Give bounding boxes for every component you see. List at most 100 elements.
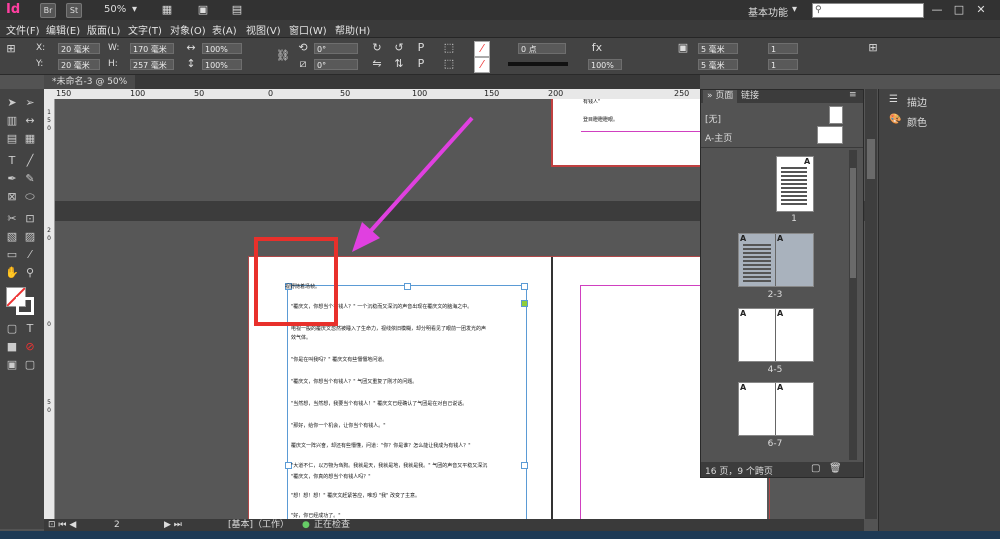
columns-field[interactable]: 1 [768,43,798,54]
eyedropper-tool-icon[interactable]: ⁄ [22,247,38,263]
scale-y-field[interactable]: 100% [202,59,242,70]
apply-none-icon[interactable]: ⊘ [22,339,38,355]
vertical-ruler[interactable]: 1 5 0 2 0 0 5 0 [44,99,55,519]
page-nav-icon[interactable]: ⊡ ⏮ ◀ [48,519,76,531]
maximize-button[interactable]: □ [950,2,968,17]
preview-view-icon[interactable]: ▢ [22,357,38,373]
pen-tool-icon[interactable]: ✒ [4,171,20,187]
menu-edit[interactable]: 编辑(E) [46,22,80,37]
style-status[interactable]: [基本]（工作） [228,519,289,531]
document-tab[interactable]: *未命名-3 @ 50% [44,75,136,89]
color-panel-button[interactable]: 颜色 [907,114,927,129]
type-tool-icon[interactable]: T [4,153,20,169]
pages-scrollbar[interactable] [849,150,857,460]
search-input[interactable]: ⚲ [812,3,924,18]
stroke-none-icon[interactable]: ⁄ [474,57,490,73]
scrollbar-thumb[interactable] [850,168,856,278]
menu-type[interactable]: 文字(T) [128,22,162,37]
frame-handle[interactable] [521,283,528,290]
formatting-container-icon[interactable]: ▢ [4,321,20,337]
menu-view[interactable]: 视图(V) [246,22,281,37]
zoom-tool-icon[interactable]: ⚲ [22,265,38,281]
text-wrap-icon[interactable]: ▣ [676,41,690,55]
close-button[interactable]: ✕ [972,2,990,17]
rotate-ccw-icon[interactable]: ↺ [392,41,406,55]
page-1[interactable]: 有钱人" 登目瞪瞪瞪眼。 [551,99,715,167]
flip-vertical-icon[interactable]: ⇅ [392,57,406,71]
page-nav-next-icon[interactable]: ▶ ⏭ [164,519,182,531]
page-thumb-2-3[interactable]: A A [738,233,814,287]
stroke-panel-button[interactable]: 描边 [907,94,927,109]
scissors-tool-icon[interactable]: ✂ [4,211,20,227]
menu-help[interactable]: 帮助(H) [335,22,370,37]
effects-icon[interactable]: fx [590,41,604,55]
scrollbar-thumb[interactable] [867,139,875,179]
page-thumb-4-5[interactable]: A A [738,308,814,362]
minimize-button[interactable]: — [928,2,946,17]
stroke-swatch[interactable] [16,297,34,315]
bridge-button[interactable]: Br [40,3,56,18]
zoom-level[interactable]: 50% [104,4,126,15]
workspace-dropdown-icon[interactable]: ▾ [792,4,797,15]
zoom-dropdown-icon[interactable]: ▾ [132,4,137,15]
delete-page-icon[interactable]: 🗑 [829,463,842,474]
flip-horizontal-icon[interactable]: ⇋ [370,57,384,71]
stock-button[interactable]: St [66,3,82,18]
new-page-icon[interactable]: ▢ [811,463,820,474]
gradient-swatch-tool-icon[interactable]: ▧ [4,229,20,245]
height-field[interactable]: 257 毫米 [130,59,174,70]
select-content-icon[interactable]: ⬚ [442,57,456,71]
master-none-thumb[interactable] [829,106,843,124]
hand-tool-icon[interactable]: ✋ [4,265,20,281]
master-a[interactable]: A-主页 [705,131,732,144]
view-options-icon[interactable]: ▦ [160,3,174,17]
gap-tool-icon[interactable]: ↔ [22,113,38,129]
formatting-text-icon[interactable]: T [22,321,38,337]
menu-table[interactable]: 表(A) [212,22,237,37]
rotation-angle-field[interactable]: 0° [314,43,358,54]
tab-links[interactable]: 链接 [737,90,763,103]
constrain-proportions-icon[interactable]: ⛓ [276,49,290,63]
spacing-field[interactable]: 1 [768,59,798,70]
rotate-cw-icon[interactable]: ↻ [370,41,384,55]
selection-tool-icon[interactable]: ➤ [4,95,20,111]
scale-x-field[interactable]: 100% [202,43,242,54]
panel-menu-icon[interactable]: ≡ [849,90,857,100]
reference-point-icon[interactable]: ⊞ [4,42,18,56]
frame-fitting-icon[interactable]: ⊞ [866,41,880,55]
paragraph-icon[interactable]: P [414,41,428,55]
y-position-field[interactable]: 20 毫米 [58,59,100,70]
fill-none-icon[interactable]: ⁄ [474,41,490,57]
arrange-documents-icon[interactable]: ▤ [230,3,244,17]
x-position-field[interactable]: 20 毫米 [58,43,100,54]
normal-view-icon[interactable]: ▣ [4,357,20,373]
out-port[interactable] [521,300,528,307]
line-tool-icon[interactable]: ╱ [22,153,38,169]
rectangle-frame-tool-icon[interactable]: ⊠ [4,189,20,205]
workspace-switcher[interactable]: 基本功能 [748,4,788,19]
tab-pages[interactable]: » 页面 [703,90,738,103]
preflight-status[interactable]: 正在检查 [314,519,350,531]
content-collector-icon[interactable]: ▤ [4,131,20,147]
frame-handle[interactable] [521,462,528,469]
gutter-bottom-field[interactable]: 5 毫米 [698,59,738,70]
menu-layout[interactable]: 版面(L) [87,22,120,37]
menu-object[interactable]: 对象(O) [170,22,206,37]
gutter-top-field[interactable]: 5 毫米 [698,43,738,54]
menu-window[interactable]: 窗口(W) [289,22,327,37]
ellipse-tool-icon[interactable]: ⬭ [22,189,38,205]
stroke-type-swatch[interactable] [508,62,568,66]
opacity-field[interactable]: 100% [588,59,622,70]
page-thumb-1[interactable]: A [776,156,814,212]
content-placer-icon[interactable]: ▦ [22,131,38,147]
gradient-feather-tool-icon[interactable]: ▨ [22,229,38,245]
menu-file[interactable]: 文件(F) [6,22,40,37]
free-transform-tool-icon[interactable]: ⊡ [22,211,38,227]
stroke-weight-field[interactable]: 0 点 [518,43,566,54]
direct-selection-tool-icon[interactable]: ➢ [22,95,38,111]
page-number-field[interactable]: 2 [114,519,120,531]
flip-indicator-icon[interactable]: P [414,57,428,71]
document-vertical-scrollbar[interactable] [865,89,877,519]
master-none[interactable]: [无] [705,112,721,125]
shear-angle-field[interactable]: 0° [314,59,358,70]
